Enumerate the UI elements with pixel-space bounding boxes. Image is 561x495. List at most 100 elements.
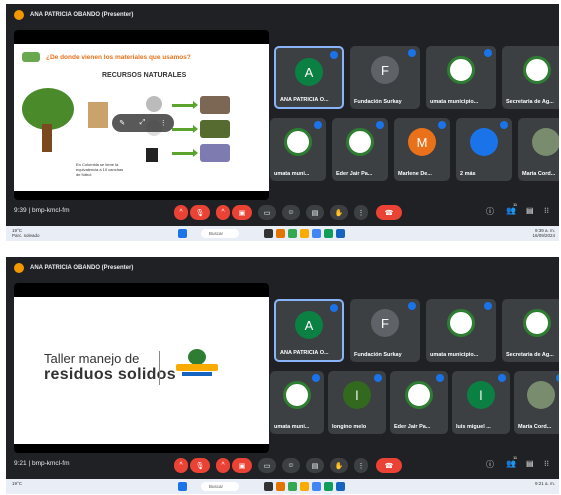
participant-name: umata muni... <box>274 171 310 177</box>
slide-controls[interactable]: ✎ ⤢ ⋮ <box>112 114 174 132</box>
participant-tile[interactable]: umata municipio... <box>426 299 496 362</box>
people-icon[interactable]: 👥 <box>506 459 516 468</box>
mic-off-icon[interactable]: 🎙 <box>190 458 210 473</box>
slide-heading: RECURSOS NATURALES <box>102 72 187 79</box>
info-icon[interactable]: ⓘ <box>486 206 494 217</box>
activities-icon[interactable]: ⁝⁝ <box>544 206 549 215</box>
meet-screenshot-1: ANA PATRICIA OBANDO (Presenter) ¿De dond… <box>6 4 559 241</box>
avatar <box>283 381 311 409</box>
slide-question: ¿De donde vienen los materiales que usam… <box>46 54 191 61</box>
taskbar-search[interactable]: Buscar <box>201 229 239 238</box>
present-icon[interactable]: ▤ <box>306 205 324 220</box>
mic-status-icon <box>408 49 416 57</box>
participant-name: luis miguel ... <box>456 424 491 430</box>
participant-tile[interactable]: Secretaria de Ag... <box>502 46 559 109</box>
participant-tile[interactable]: 2 más <box>456 118 512 181</box>
participant-tile[interactable]: F Fundación Surkay <box>350 46 420 109</box>
participant-name: ANA PATRICIA O... <box>280 97 329 103</box>
weather-widget[interactable]: 19°C Parc. soleado <box>12 228 40 238</box>
title-bar: ANA PATRICIA OBANDO (Presenter) <box>6 257 559 279</box>
captions-icon[interactable]: ▭ <box>258 205 276 220</box>
raise-hand-icon[interactable]: ✋ <box>330 458 348 473</box>
app-icon-4[interactable] <box>336 229 345 238</box>
app-icon-4[interactable] <box>336 482 345 491</box>
participant-tile[interactable]: umata municipio... <box>426 46 496 109</box>
mic-status-icon <box>408 302 416 310</box>
captions-icon[interactable]: ▭ <box>258 458 276 473</box>
more-options-icon[interactable]: ⋮ <box>354 458 368 473</box>
present-icon[interactable]: ▤ <box>306 458 324 473</box>
camera-off-icon[interactable]: ▣ <box>232 205 252 220</box>
participant-tile[interactable]: Eder Jair Pa... <box>390 371 448 434</box>
participant-tile[interactable]: l luis miguel ... <box>452 371 510 434</box>
participant-tile[interactable]: A ANA PATRICIA O... <box>274 299 344 362</box>
more-icon[interactable]: ⋮ <box>160 119 167 127</box>
camera-options-button[interactable]: ^ <box>216 205 230 220</box>
chrome-icon[interactable] <box>288 229 297 238</box>
chat-icon[interactable]: ▤ <box>526 459 534 468</box>
avatar: A <box>295 58 323 86</box>
presentation-area[interactable]: Taller manejo de residuos solidos <box>14 283 269 453</box>
slide-caption: En Colombia se tiene la equivalencia a 1… <box>76 162 124 177</box>
mic-status-icon <box>484 302 492 310</box>
avatar: l <box>343 381 371 409</box>
emoji-icon[interactable]: ☺ <box>282 205 300 220</box>
emoji-icon[interactable]: ☺ <box>282 458 300 473</box>
camera-options-button[interactable]: ^ <box>216 458 230 473</box>
info-icon[interactable]: ⓘ <box>486 459 494 470</box>
participant-tile[interactable]: Eder Jair Pa... <box>332 118 388 181</box>
mic-options-button[interactable]: ^ <box>174 458 188 473</box>
mic-status-icon <box>314 121 322 129</box>
clock-time: 9:21 a. m. <box>534 481 555 486</box>
participant-tile[interactable]: María Cord... <box>518 118 559 181</box>
meet-logo-icon <box>14 263 24 273</box>
app-icon-1[interactable] <box>276 482 285 491</box>
windows-start-icon[interactable] <box>178 229 187 238</box>
mic-status-icon <box>374 374 382 382</box>
logo-icon <box>176 349 218 376</box>
task-view-icon[interactable] <box>264 482 273 491</box>
participant-tile[interactable]: l longino melo <box>328 371 386 434</box>
people-icon[interactable]: 👥 <box>506 206 516 215</box>
participant-tile[interactable]: umata muni... <box>270 118 326 181</box>
participant-tile[interactable]: F Fundación Surkay <box>350 299 420 362</box>
task-view-icon[interactable] <box>264 229 273 238</box>
taskbar-search[interactable]: Buscar <box>201 482 239 491</box>
participant-name: Secretaria de Ag... <box>506 99 554 105</box>
folder-icon[interactable] <box>300 229 309 238</box>
camera-off-icon[interactable]: ▣ <box>232 458 252 473</box>
end-call-button[interactable]: ☎ <box>376 205 402 220</box>
app-icon-1[interactable] <box>276 229 285 238</box>
taskbar: 19°C Buscar 9:21 a. m. <box>6 479 559 494</box>
system-clock[interactable]: 9:21 a. m. <box>535 481 555 486</box>
arrow-3 <box>172 149 198 157</box>
folder-icon[interactable] <box>300 482 309 491</box>
logo-icon <box>22 52 40 62</box>
pointer-icon[interactable]: ✎ <box>119 119 125 127</box>
weather-widget[interactable]: 19°C <box>12 481 22 486</box>
participant-tile[interactable]: umata muni... <box>270 371 324 434</box>
participant-tile[interactable]: A ANA PATRICIA O... <box>274 46 344 109</box>
mic-options-button[interactable]: ^ <box>174 205 188 220</box>
system-clock[interactable]: 9:39 a. m. 16/09/2024 <box>532 228 555 238</box>
app-icon-2[interactable] <box>312 482 321 491</box>
end-call-button[interactable]: ☎ <box>376 458 402 473</box>
chrome-icon[interactable] <box>288 482 297 491</box>
app-icon-2[interactable] <box>312 229 321 238</box>
participant-tile[interactable]: M Marlene De... <box>394 118 450 181</box>
participant-tile[interactable]: Secretaria de Ag... <box>502 299 559 362</box>
mic-off-icon[interactable]: 🎙 <box>190 205 210 220</box>
more-options-icon[interactable]: ⋮ <box>354 205 368 220</box>
raise-hand-icon[interactable]: ✋ <box>330 205 348 220</box>
presentation-area[interactable]: ¿De donde vienen los materiales que usam… <box>14 30 269 200</box>
mic-status-icon <box>312 374 320 382</box>
expand-icon[interactable]: ⤢ <box>140 119 146 127</box>
chat-icon[interactable]: ▤ <box>526 206 534 215</box>
app-icon-3[interactable] <box>324 482 333 491</box>
mic-status-icon <box>484 49 492 57</box>
participant-tile[interactable]: María Cord... <box>514 371 559 434</box>
bottom-bar: 9:21 | bmp-kmcl-fm ^ 🎙 ^ ▣ ▭ ☺ ▤ ✋ ⋮ ☎ ⓘ… <box>6 455 559 477</box>
activities-icon[interactable]: ⁝⁝ <box>544 459 549 468</box>
app-icon-3[interactable] <box>324 229 333 238</box>
windows-start-icon[interactable] <box>178 482 187 491</box>
